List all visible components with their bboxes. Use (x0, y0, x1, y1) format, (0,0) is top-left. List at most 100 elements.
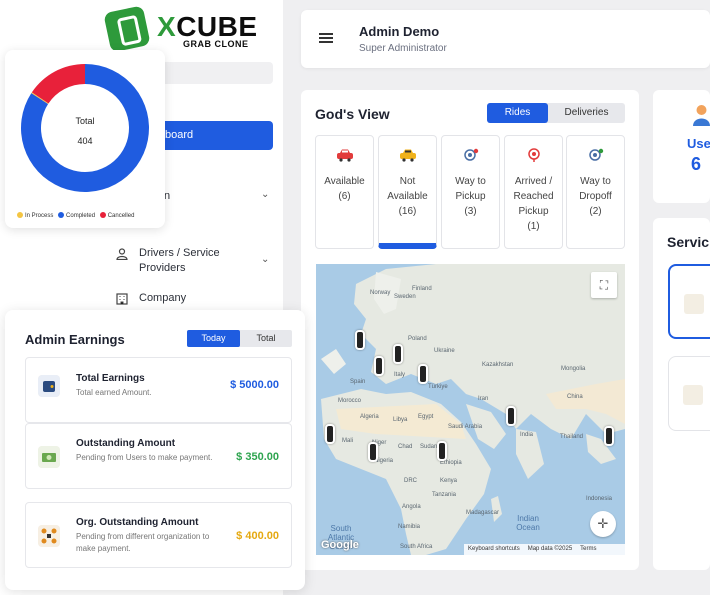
app-logo[interactable]: XCUBE GRAB CLONE (103, 5, 257, 53)
vehicle-marker[interactable] (393, 344, 403, 364)
status-count: (3) (464, 206, 477, 217)
chevron-down-icon[interactable]: ⌄ (261, 254, 269, 265)
earnings-row-outstanding[interactable]: Outstanding Amount Pending from Users to… (25, 423, 292, 489)
admin-earnings-card: Admin Earnings Today Total Total Earning… (5, 310, 305, 590)
earnings-row-org-outstanding[interactable]: Org. Outstanding Amount Pending from dif… (25, 502, 292, 568)
map-label: Mali (342, 438, 354, 444)
map-label: DRC (404, 478, 417, 484)
vehicle-marker[interactable] (374, 356, 384, 376)
map-label: Tanzania (432, 492, 457, 498)
tab-today[interactable]: Today (187, 330, 240, 347)
donut-center-label: Total (75, 116, 95, 126)
driver-icon (116, 248, 128, 260)
sidebar-search-input[interactable] (160, 62, 273, 84)
sidebar-item-dashboard[interactable]: board (150, 121, 273, 150)
status-count: (16) (398, 206, 417, 217)
map-label: Morocco (338, 398, 362, 404)
status-available[interactable]: Available (6) (315, 135, 374, 249)
map-label: Iran (478, 396, 489, 402)
status-way-to-pickup[interactable]: Way to Pickup (3) (441, 135, 500, 249)
legend-item-cancelled: Cancelled (99, 212, 134, 219)
map-label: Sudan (420, 444, 438, 450)
earnings-row-subtitle: Total earned Amount. (76, 388, 152, 397)
users-stat-card[interactable]: Use 6 (653, 90, 710, 203)
delivery-truck-icon (684, 294, 704, 314)
map-label: Türkiye (428, 384, 448, 390)
earnings-row-subtitle: Pending from Users to make payment. (76, 453, 213, 462)
logo-subtitle: GRAB CLONE (183, 39, 249, 49)
service-option[interactable] (668, 264, 710, 339)
map-label: Poland (408, 336, 427, 342)
tab-total[interactable]: Total (240, 330, 292, 347)
map-view[interactable]: Norway Sweden Finland Kazakhstan Mongoli… (316, 264, 625, 555)
fullscreen-icon[interactable]: ⛶ (591, 272, 617, 298)
pickup-pin-icon (463, 148, 478, 161)
menu-icon[interactable] (319, 33, 333, 43)
map-label: Sweden (394, 294, 416, 300)
gods-view-tabs: Rides Deliveries (487, 103, 625, 123)
legend-item-completed: Completed (58, 212, 95, 219)
package-icon (683, 385, 703, 405)
logo-rocket-icon (103, 5, 151, 53)
dropoff-pin-icon (588, 148, 603, 161)
map-label: Mongolia (561, 366, 586, 372)
map-label: South Africa (400, 544, 433, 550)
users-stat-label: Use (687, 136, 710, 151)
vehicle-marker[interactable] (325, 424, 335, 444)
map-ocean-label: Indian Ocean (516, 514, 540, 532)
gods-view-title: God's View (315, 106, 390, 122)
map-label: Thailand (560, 434, 584, 440)
terms-link[interactable]: Terms (580, 546, 596, 552)
earnings-row-subtitle: Pending from different organization to m… (76, 532, 210, 553)
status-arrived-pickup[interactable]: Arrived / Reached Pickup (1) (504, 135, 563, 249)
google-logo: Google (321, 539, 359, 551)
vehicle-marker[interactable] (506, 406, 516, 426)
vehicle-marker[interactable] (355, 330, 365, 350)
earnings-row-title: Org. Outstanding Amount (76, 517, 199, 528)
tab-rides[interactable]: Rides (487, 103, 548, 123)
chevron-down-icon[interactable]: ⌄ (261, 189, 269, 200)
vehicle-marker[interactable] (437, 441, 447, 461)
map-label: Libya (393, 417, 408, 423)
map-label: Egypt (418, 414, 434, 420)
donut-center-value: 404 (77, 136, 93, 146)
status-label: Way to Dropoff (579, 176, 612, 202)
status-not-available[interactable]: Not Available (16) (378, 135, 437, 249)
users-stat-value: 6 (691, 154, 702, 174)
map-label: Finland (412, 286, 432, 292)
vehicle-marker[interactable] (418, 364, 428, 384)
user-name: Admin Demo (359, 24, 440, 39)
tab-deliveries[interactable]: Deliveries (548, 103, 625, 123)
earnings-row-title: Outstanding Amount (76, 438, 176, 449)
donut-legend: In Process Completed Cancelled (17, 212, 137, 219)
earnings-row-value: $ 400.00 (236, 530, 279, 542)
status-label: Way to Pickup (455, 176, 486, 202)
arrived-pin-icon (527, 148, 540, 162)
vehicle-marker[interactable] (604, 426, 614, 446)
legend-item-in-process: In Process (17, 212, 53, 219)
services-title: Servic (667, 234, 710, 250)
map-label: Ukraine (434, 348, 455, 354)
keyboard-shortcuts-link[interactable]: Keyboard shortcuts (468, 546, 520, 552)
donut-slice-cancelled[interactable] (31, 64, 85, 104)
map-label: Saudi Arabia (448, 424, 483, 430)
company-icon (116, 293, 128, 305)
earnings-row-value: $ 350.00 (236, 451, 279, 463)
pan-control-icon[interactable]: ✛ (590, 511, 616, 537)
map-label: Chad (398, 444, 413, 450)
earnings-tabs: Today Total (187, 330, 292, 347)
status-count: (2) (589, 206, 602, 217)
status-count: (6) (338, 191, 351, 202)
status-label: Arrived / Reached Pickup (513, 176, 554, 217)
map-label: Kazakhstan (482, 362, 514, 368)
map-label: Madagascar (466, 510, 500, 516)
status-way-to-dropoff[interactable]: Way to Dropoff (2) (566, 135, 625, 249)
car-red-icon (336, 149, 353, 162)
user-role: Super Administrator (359, 43, 447, 54)
services-card: Servic (653, 218, 710, 570)
map-label: Italy (394, 372, 406, 378)
vehicle-marker[interactable] (368, 442, 378, 462)
earnings-row-total[interactable]: Total Earnings Total earned Amount. $ 50… (25, 357, 292, 423)
earnings-title: Admin Earnings (25, 332, 125, 347)
service-option[interactable] (668, 356, 710, 431)
